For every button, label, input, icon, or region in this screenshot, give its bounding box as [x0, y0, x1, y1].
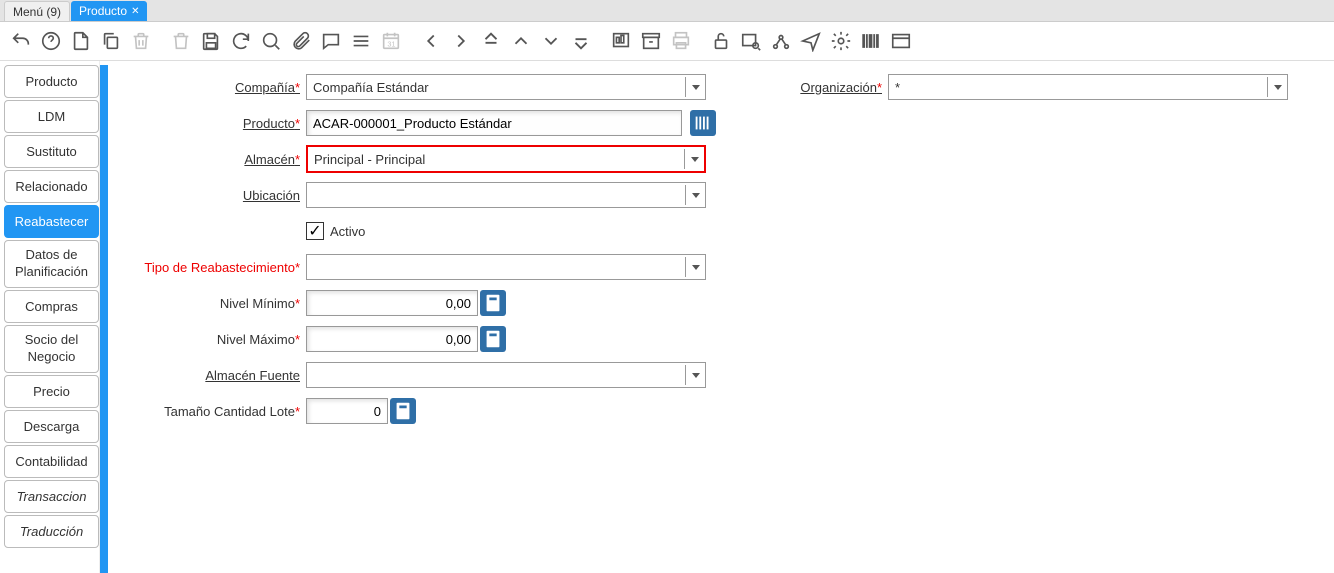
- label-max-level: Nivel Máximo*: [132, 332, 300, 347]
- label-source-wh: Almacén Fuente: [132, 368, 300, 383]
- sidebar-item-compras[interactable]: Compras: [4, 290, 99, 323]
- label-replenish-type: Tipo de Reabastecimiento*: [132, 260, 300, 275]
- tab-menu[interactable]: Menú (9): [4, 1, 70, 21]
- delete2-icon: [168, 28, 194, 54]
- label-organization: Organización*: [792, 80, 882, 95]
- down-icon[interactable]: [538, 28, 564, 54]
- chevron-down-icon[interactable]: [685, 77, 705, 97]
- sidebar-item-planificacion[interactable]: Datos de Planificación: [4, 240, 99, 288]
- help-icon[interactable]: [38, 28, 64, 54]
- label-company: Compañía*: [132, 80, 300, 95]
- chevron-down-icon[interactable]: [684, 149, 704, 169]
- combo-organization[interactable]: *: [888, 74, 1288, 100]
- up-icon[interactable]: [508, 28, 534, 54]
- input-lot-qty[interactable]: [306, 398, 388, 424]
- input-min-level[interactable]: [306, 290, 478, 316]
- chevron-down-icon[interactable]: [685, 257, 705, 277]
- combo-company[interactable]: Compañía Estándar: [306, 74, 706, 100]
- label-location: Ubicación: [132, 188, 300, 203]
- report-icon[interactable]: [608, 28, 634, 54]
- next-icon[interactable]: [448, 28, 474, 54]
- last-icon[interactable]: [568, 28, 594, 54]
- tab-product-label: Producto: [79, 4, 127, 18]
- detail-bar: [100, 65, 108, 573]
- sidebar-item-precio[interactable]: Precio: [4, 375, 99, 408]
- sidebar-item-descarga[interactable]: Descarga: [4, 410, 99, 443]
- combo-warehouse[interactable]: Principal - Principal: [306, 145, 706, 173]
- gear-icon[interactable]: [828, 28, 854, 54]
- zoom-icon[interactable]: [738, 28, 764, 54]
- calendar-icon: 31: [378, 28, 404, 54]
- copy-icon[interactable]: [98, 28, 124, 54]
- input-max-level[interactable]: [306, 326, 478, 352]
- sidebar-item-contabilidad[interactable]: Contabilidad: [4, 445, 99, 478]
- first-icon[interactable]: [478, 28, 504, 54]
- search-icon[interactable]: [258, 28, 284, 54]
- tab-menu-label: Menú (9): [13, 5, 61, 19]
- label-min-level: Nivel Mínimo*: [132, 296, 300, 311]
- calc-button-max[interactable]: [480, 326, 506, 352]
- label-active: Activo: [330, 224, 365, 239]
- delete-icon: [128, 28, 154, 54]
- sidebar-item-socio[interactable]: Socio del Negocio: [4, 325, 99, 373]
- sidebar-item-traduccion[interactable]: Traducción: [4, 515, 99, 548]
- new-icon[interactable]: [68, 28, 94, 54]
- prev-icon[interactable]: [418, 28, 444, 54]
- archive-icon[interactable]: [638, 28, 664, 54]
- workflow-icon[interactable]: [768, 28, 794, 54]
- save-icon[interactable]: [198, 28, 224, 54]
- chevron-down-icon[interactable]: [685, 365, 705, 385]
- label-warehouse: Almacén*: [132, 152, 300, 167]
- send-icon[interactable]: [798, 28, 824, 54]
- svg-text:31: 31: [387, 40, 395, 49]
- input-product[interactable]: [306, 110, 682, 136]
- calc-button-min[interactable]: [480, 290, 506, 316]
- combo-source-wh[interactable]: [306, 362, 706, 388]
- chat-icon[interactable]: [318, 28, 344, 54]
- label-product: Producto*: [132, 116, 300, 131]
- sidebar-item-ldm[interactable]: LDM: [4, 100, 99, 133]
- combo-location[interactable]: [306, 182, 706, 208]
- attach-icon[interactable]: [288, 28, 314, 54]
- undo-icon[interactable]: [8, 28, 34, 54]
- close-icon[interactable]: ✕: [131, 6, 139, 17]
- barcode-icon[interactable]: [858, 28, 884, 54]
- chevron-down-icon[interactable]: [1267, 77, 1287, 97]
- checkbox-active[interactable]: ✓: [306, 222, 324, 240]
- refresh-icon[interactable]: [228, 28, 254, 54]
- chevron-down-icon[interactable]: [685, 185, 705, 205]
- sidebar-item-transaccion[interactable]: Transaccion: [4, 480, 99, 513]
- lock-icon[interactable]: [708, 28, 734, 54]
- window-icon[interactable]: [888, 28, 914, 54]
- calc-button-lot[interactable]: [390, 398, 416, 424]
- tab-product[interactable]: Producto ✕: [71, 1, 147, 21]
- sidebar-item-relacionado[interactable]: Relacionado: [4, 170, 99, 203]
- combo-replenish-type[interactable]: [306, 254, 706, 280]
- sidebar-item-sustituto[interactable]: Sustituto: [4, 135, 99, 168]
- print-icon: [668, 28, 694, 54]
- label-lot-qty: Tamaño Cantidad Lote*: [132, 404, 300, 419]
- sidebar-item-reabastecer[interactable]: Reabastecer: [4, 205, 99, 238]
- sidebar-item-producto[interactable]: Producto: [4, 65, 99, 98]
- product-lookup-button[interactable]: [690, 110, 716, 136]
- grid-icon[interactable]: [348, 28, 374, 54]
